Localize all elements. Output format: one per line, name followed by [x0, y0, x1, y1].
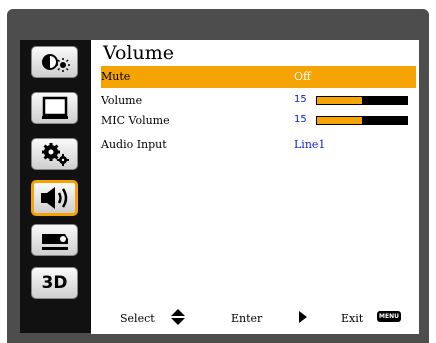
menu-sidebar: 3D — [20, 40, 91, 333]
mic-volume-value: 15 — [294, 114, 307, 125]
menu-panel: Volume Mute Off Volume 15 MIC Volume 15 … — [91, 40, 419, 334]
tab-projector[interactable] — [31, 224, 78, 256]
volume-slider[interactable] — [316, 96, 408, 105]
3d-icon: 3D — [41, 273, 68, 293]
select-label: Select — [120, 312, 155, 325]
menu-key-icon: MENU — [377, 311, 401, 322]
volume-value: 15 — [294, 94, 307, 105]
menu-item-mic-volume[interactable]: MIC Volume 15 — [101, 110, 416, 132]
tab-image[interactable] — [31, 46, 78, 78]
tab-audio[interactable] — [31, 180, 78, 216]
menu-item-label: Audio Input — [101, 138, 167, 151]
right-arrow-icon — [299, 311, 307, 323]
audio-input-value: Line1 — [294, 138, 326, 151]
menu-item-label: MIC Volume — [101, 114, 170, 127]
projector-icon — [41, 234, 68, 250]
tab-display[interactable] — [31, 92, 78, 124]
settings-gears-icon — [41, 143, 69, 166]
display-screen-icon — [41, 96, 68, 119]
exit-label: Exit — [341, 312, 364, 325]
menu-item-volume[interactable]: Volume 15 — [101, 90, 416, 112]
mic-volume-slider[interactable] — [316, 116, 408, 125]
menu-item-audio-input[interactable]: Audio Input Line1 — [101, 134, 416, 156]
tab-settings[interactable] — [31, 138, 78, 170]
menu-item-label: Volume — [101, 94, 143, 107]
menu-item-mute[interactable]: Mute Off — [101, 66, 416, 88]
mic-volume-slider-fill — [317, 117, 362, 124]
volume-slider-fill — [317, 97, 362, 104]
page-title: Volume — [103, 42, 174, 64]
brightness-contrast-icon — [41, 54, 70, 72]
up-down-arrow-icon — [171, 309, 185, 325]
menu-item-label: Mute — [101, 70, 131, 83]
tab-3d[interactable]: 3D — [31, 267, 78, 299]
enter-label: Enter — [231, 312, 263, 325]
mute-value: Off — [294, 70, 311, 83]
speaker-volume-icon — [40, 187, 67, 209]
key-hints: Select Enter Exit MENU — [91, 306, 419, 330]
